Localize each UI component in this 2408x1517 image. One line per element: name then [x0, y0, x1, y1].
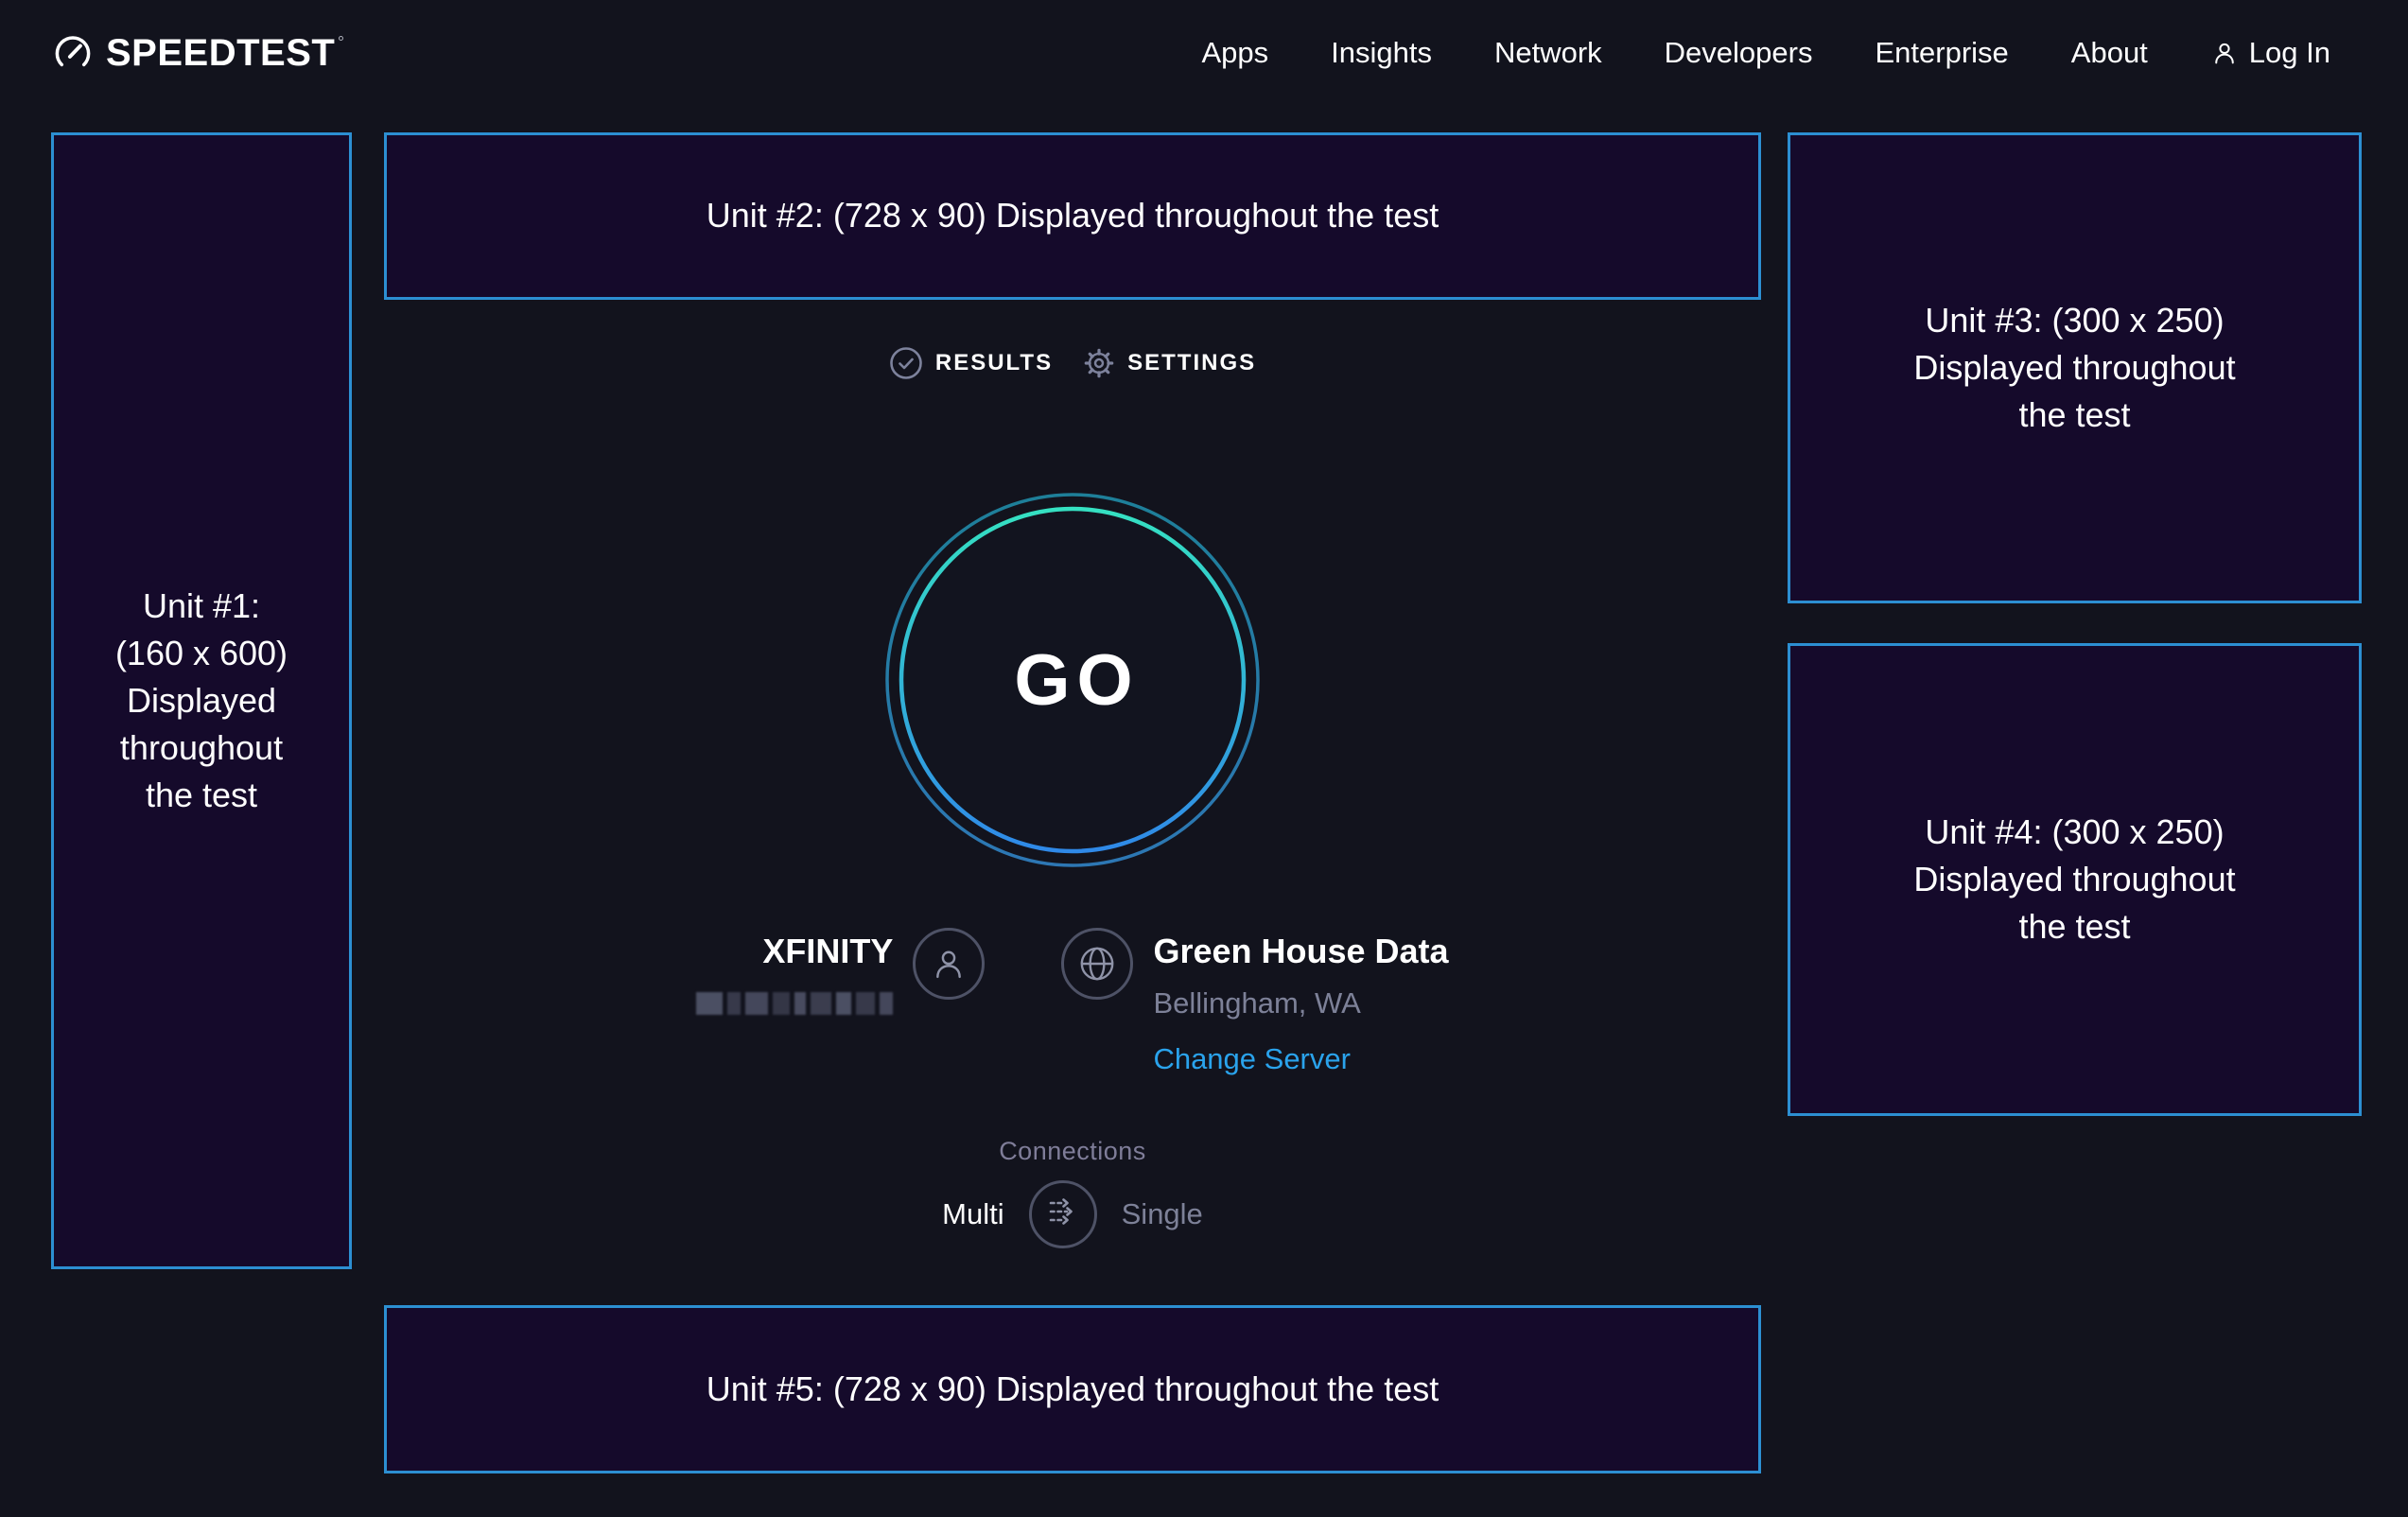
connections-section: Connections Multi Single — [942, 1137, 1203, 1248]
server-name: Green House Data — [1153, 933, 1448, 970]
ad-unit-1-text: Unit #1: (160 x 600) Displayed throughou… — [105, 583, 299, 819]
ad-unit-4-text: Unit #4: (300 x 250) Displayed throughou… — [1890, 809, 2260, 950]
connection-meta-row: XFINITY Green House Data Bellingham, WA … — [696, 928, 1448, 1076]
speedtest-main-panel: RESULTS — [384, 299, 1761, 1248]
trademark-mark — [339, 36, 343, 41]
ad-unit-4[interactable]: Unit #4: (300 x 250) Displayed throughou… — [1788, 643, 2362, 1116]
isp-user-icon — [913, 928, 985, 1000]
nav-item-network[interactable]: Network — [1494, 36, 1602, 70]
check-circle-icon — [889, 346, 923, 380]
nav-item-enterprise[interactable]: Enterprise — [1875, 36, 2008, 70]
go-button[interactable]: GO — [874, 481, 1271, 879]
go-button-label: GO — [874, 481, 1271, 879]
brand-name: SPEEDTEST — [106, 34, 335, 72]
view-tabs: RESULTS — [889, 346, 1256, 380]
tab-results[interactable]: RESULTS — [889, 346, 1053, 380]
tab-settings[interactable]: SETTINGS — [1083, 347, 1256, 379]
person-icon — [2210, 39, 2239, 67]
ad-unit-3-text: Unit #3: (300 x 250) Displayed throughou… — [1890, 297, 2260, 439]
redacted-ip-text — [696, 992, 893, 1015]
login-button[interactable]: Log In — [2210, 36, 2330, 70]
nav-item-insights[interactable]: Insights — [1331, 36, 1432, 70]
tab-settings-label: SETTINGS — [1127, 350, 1256, 376]
connections-toggle-row: Multi Single — [942, 1180, 1203, 1248]
gear-icon — [1083, 347, 1115, 379]
connections-option-single[interactable]: Single — [1122, 1197, 1203, 1231]
isp-name: XFINITY — [762, 933, 893, 970]
ad-unit-1[interactable]: Unit #1: (160 x 600) Displayed throughou… — [51, 132, 352, 1269]
nav-item-apps[interactable]: Apps — [1201, 36, 1268, 70]
connections-option-multi[interactable]: Multi — [942, 1197, 1003, 1231]
server-location: Bellingham, WA — [1153, 986, 1360, 1020]
ad-unit-5-text: Unit #5: (728 x 90) Displayed throughout… — [707, 1366, 1439, 1413]
connections-label: Connections — [999, 1137, 1146, 1166]
nav-item-developers[interactable]: Developers — [1665, 36, 1813, 70]
main-nav: Apps Insights Network Developers Enterpr… — [1201, 36, 2330, 70]
login-label: Log In — [2249, 36, 2330, 70]
nav-item-about[interactable]: About — [2071, 36, 2148, 70]
ad-unit-2[interactable]: Unit #2: (728 x 90) Displayed throughout… — [384, 132, 1761, 300]
connections-toggle-button[interactable] — [1029, 1180, 1097, 1248]
change-server-link[interactable]: Change Server — [1153, 1042, 1351, 1076]
ad-unit-5[interactable]: Unit #5: (728 x 90) Displayed throughout… — [384, 1305, 1761, 1473]
server-globe-icon — [1061, 928, 1133, 1000]
speedtest-logo[interactable]: SPEEDTEST — [53, 33, 343, 73]
tab-results-label: RESULTS — [935, 350, 1053, 376]
ad-unit-3[interactable]: Unit #3: (300 x 250) Displayed throughou… — [1788, 132, 2362, 603]
server-info: Green House Data Bellingham, WA Change S… — [1153, 933, 1448, 1076]
top-nav-bar: SPEEDTEST Apps Insights Network Develope… — [0, 0, 2408, 106]
ad-unit-2-text: Unit #2: (728 x 90) Displayed throughout… — [707, 192, 1439, 239]
speedometer-icon — [53, 33, 93, 73]
isp-info: XFINITY — [696, 933, 893, 1015]
multi-arrows-icon — [1042, 1191, 1084, 1237]
